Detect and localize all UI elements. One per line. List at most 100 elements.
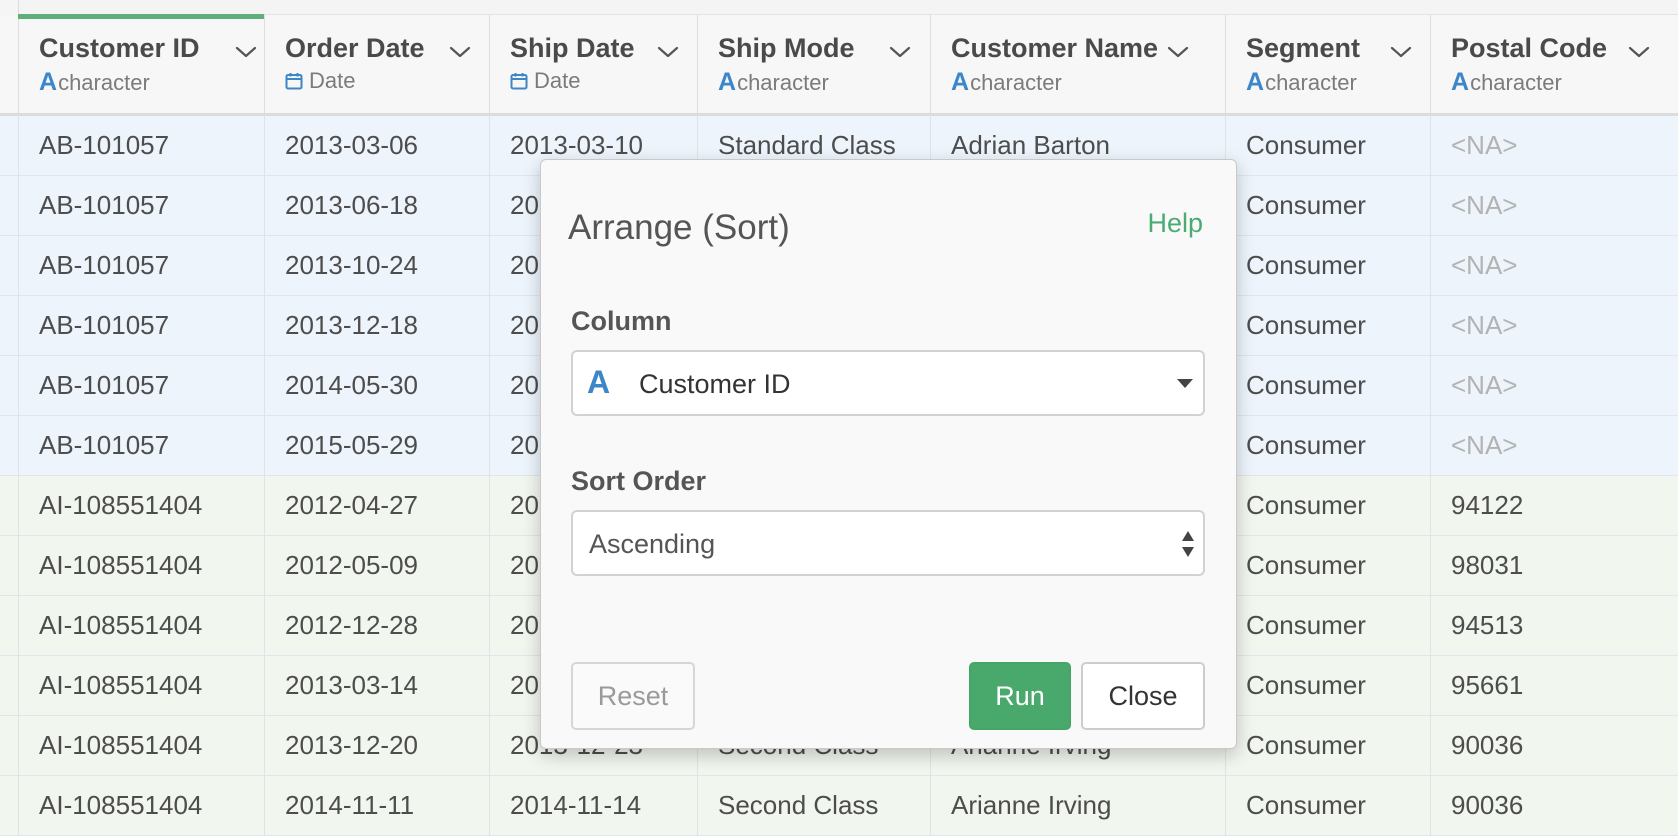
string-type-icon: A xyxy=(951,68,970,96)
cell-segment[interactable]: Consumer xyxy=(1225,596,1430,656)
cell-order-date[interactable]: 2012-04-27 xyxy=(264,476,489,536)
cell-segment[interactable]: Consumer xyxy=(1225,536,1430,596)
cell-customer-id[interactable]: AI-108551404 xyxy=(18,716,264,776)
cell-segment[interactable]: Consumer xyxy=(1225,716,1430,776)
cell-postal-code[interactable]: 94122 xyxy=(1430,476,1678,536)
string-type-icon: A xyxy=(39,68,58,96)
cell-postal-code[interactable]: <NA> xyxy=(1430,296,1678,356)
cell-postal-code[interactable]: <NA> xyxy=(1430,176,1678,236)
cell-postal-code[interactable]: <NA> xyxy=(1430,356,1678,416)
arrange-sort-dialog: Arrange (Sort) Help Column A Customer ID… xyxy=(540,159,1237,749)
cell-segment[interactable]: Consumer xyxy=(1225,476,1430,536)
cell-postal-code[interactable]: <NA> xyxy=(1430,116,1678,176)
chevron-down-icon[interactable] xyxy=(235,45,257,59)
cell-order-date[interactable]: 2013-10-24 xyxy=(264,236,489,296)
cell-segment[interactable]: Consumer xyxy=(1225,776,1430,836)
cell-order-date[interactable]: 2012-12-28 xyxy=(264,596,489,656)
cell-ship-date[interactable]: 2014-11-14 xyxy=(489,776,697,836)
column-type: Acharacter xyxy=(39,68,150,97)
up-down-arrows-icon xyxy=(1182,531,1194,557)
cell-segment[interactable]: Consumer xyxy=(1225,356,1430,416)
cell-postal-code[interactable]: 95661 xyxy=(1430,656,1678,716)
cell-postal-code[interactable]: 98031 xyxy=(1430,536,1678,596)
table-row: AI-108551404 2014-11-11 2014-11-14 Second C… xyxy=(0,776,1678,836)
column-type-label: Date xyxy=(534,68,581,93)
cell-order-date[interactable]: 2015-05-29 xyxy=(264,416,489,476)
cell-postal-code[interactable]: <NA> xyxy=(1430,236,1678,296)
cell-customer-id[interactable]: AB-101057 xyxy=(18,416,264,476)
column-type: Date xyxy=(285,68,355,94)
column-header-customer-name[interactable]: Customer Name Acharacter xyxy=(930,15,1225,113)
cell-order-date[interactable]: 2013-12-20 xyxy=(264,716,489,776)
cell-order-date[interactable]: 2013-03-06 xyxy=(264,116,489,176)
column-header-row: Customer ID Acharacter Order Date Date Ship … xyxy=(0,15,1678,116)
column-header-label: Ship Mode xyxy=(718,33,855,63)
column-header-order-date[interactable]: Order Date Date xyxy=(264,15,489,113)
cell-customer-id[interactable]: AI-108551404 xyxy=(18,776,264,836)
cell-order-date[interactable]: 2013-03-14 xyxy=(264,656,489,716)
column-header-ship-mode[interactable]: Ship Mode Acharacter xyxy=(697,15,930,113)
cell-postal-code[interactable]: 94513 xyxy=(1430,596,1678,656)
cell-order-date[interactable]: 2014-11-11 xyxy=(264,776,489,836)
cell-segment[interactable]: Consumer xyxy=(1225,176,1430,236)
cell-customer-name[interactable]: Arianne Irving xyxy=(930,776,1225,836)
column-type-label: character xyxy=(970,69,1062,95)
calendar-icon xyxy=(510,73,528,90)
chevron-down-icon[interactable] xyxy=(889,45,911,59)
chevron-down-icon[interactable] xyxy=(1390,45,1412,59)
column-header-label: Order Date xyxy=(285,33,425,63)
run-button[interactable]: Run xyxy=(969,662,1071,730)
cell-segment[interactable]: Consumer xyxy=(1225,416,1430,476)
string-type-icon: A xyxy=(718,68,737,96)
dialog-title: Arrange (Sort) xyxy=(568,208,790,247)
reset-button[interactable]: Reset xyxy=(571,662,695,730)
cell-customer-id[interactable]: AB-101057 xyxy=(18,116,264,176)
cell-customer-id[interactable]: AI-108551404 xyxy=(18,536,264,596)
column-type-label: character xyxy=(1265,69,1357,95)
column-header-customer-id[interactable]: Customer ID Acharacter xyxy=(18,15,264,113)
column-type: Acharacter xyxy=(718,68,829,97)
column-header-label: Customer ID xyxy=(39,33,200,63)
cell-order-date[interactable]: 2012-05-09 xyxy=(264,536,489,596)
help-link[interactable]: Help xyxy=(1147,208,1203,239)
column-header-label: Postal Code xyxy=(1451,33,1608,63)
sort-order-select[interactable]: Ascending xyxy=(571,510,1205,576)
close-button[interactable]: Close xyxy=(1081,662,1205,730)
string-type-icon: A xyxy=(587,364,611,400)
calendar-icon xyxy=(285,73,303,90)
column-header-ship-date[interactable]: Ship Date Date xyxy=(489,15,697,113)
column-type: Acharacter xyxy=(1451,68,1562,97)
cell-segment[interactable]: Consumer xyxy=(1225,656,1430,716)
cell-ship-mode[interactable]: Second Class xyxy=(697,776,930,836)
column-header-postal-code[interactable]: Postal Code Acharacter xyxy=(1430,15,1678,113)
column-header-label: Customer Name xyxy=(951,33,1159,63)
column-header-segment[interactable]: Segment Acharacter xyxy=(1225,15,1430,113)
column-select[interactable]: A Customer ID xyxy=(571,350,1205,416)
cell-customer-id[interactable]: AB-101057 xyxy=(18,356,264,416)
chevron-down-icon[interactable] xyxy=(657,45,679,59)
cell-customer-id[interactable]: AI-108551404 xyxy=(18,596,264,656)
cell-customer-id[interactable]: AB-101057 xyxy=(18,296,264,356)
cell-customer-id[interactable]: AI-108551404 xyxy=(18,476,264,536)
cell-postal-code[interactable]: <NA> xyxy=(1430,416,1678,476)
cell-customer-id[interactable]: AB-101057 xyxy=(18,176,264,236)
cell-order-date[interactable]: 2014-05-30 xyxy=(264,356,489,416)
column-type: Acharacter xyxy=(951,68,1062,97)
sort-order-value: Ascending xyxy=(589,529,716,559)
cell-order-date[interactable]: 2013-06-18 xyxy=(264,176,489,236)
column-type: Date xyxy=(510,68,580,94)
chevron-down-icon[interactable] xyxy=(449,45,471,59)
cell-postal-code[interactable]: 90036 xyxy=(1430,716,1678,776)
cell-segment[interactable]: Consumer xyxy=(1225,116,1430,176)
cell-segment[interactable]: Consumer xyxy=(1225,236,1430,296)
cell-customer-id[interactable]: AI-108551404 xyxy=(18,656,264,716)
cell-segment[interactable]: Consumer xyxy=(1225,296,1430,356)
chevron-down-icon[interactable] xyxy=(1167,45,1189,59)
caret-down-icon xyxy=(1177,379,1193,388)
cell-customer-id[interactable]: AB-101057 xyxy=(18,236,264,296)
chevron-down-icon[interactable] xyxy=(1628,45,1650,59)
cell-postal-code[interactable]: 90036 xyxy=(1430,776,1678,836)
cell-order-date[interactable]: 2013-12-18 xyxy=(264,296,489,356)
column-type-label: character xyxy=(737,69,829,95)
column-type-label: character xyxy=(58,69,150,95)
